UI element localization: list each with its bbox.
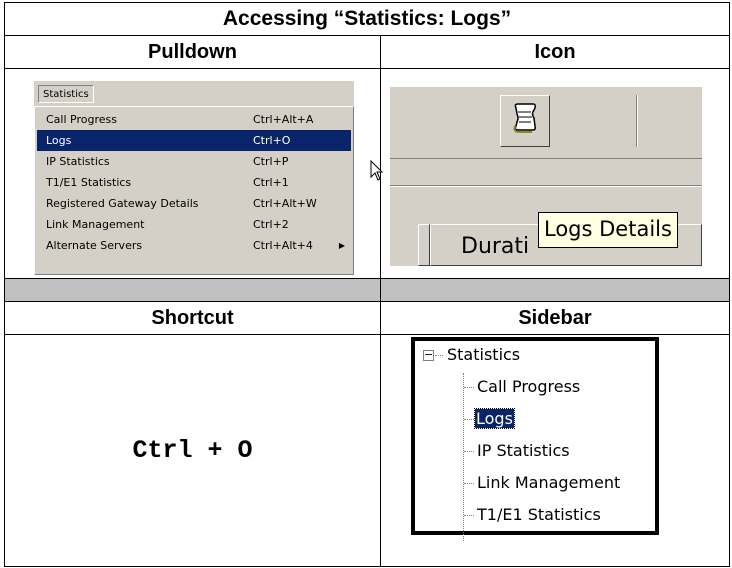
pulldown-screenshot: Statistics Call Progress Ctrl+Alt+A Logs… bbox=[34, 81, 384, 275]
tree-item-logs[interactable]: Logs bbox=[474, 406, 515, 432]
tree-item-label: Logs bbox=[474, 408, 515, 429]
access-table: Accessing “Statistics: Logs” Pulldown Ic… bbox=[4, 2, 730, 567]
tree-connector bbox=[464, 419, 474, 420]
tree-item-call-progress[interactable]: Call Progress bbox=[477, 374, 580, 400]
menu-bar: Statistics bbox=[34, 81, 354, 106]
menu-item-label: Registered Gateway Details bbox=[46, 197, 199, 210]
mouse-pointer-icon bbox=[370, 160, 384, 181]
header-pulldown: Pulldown bbox=[4, 35, 381, 69]
tree-node-statistics[interactable]: Statistics bbox=[447, 342, 520, 368]
menu-item-shortcut: Ctrl+O bbox=[253, 134, 291, 147]
toolbar-separator bbox=[636, 95, 638, 147]
menu-item-logs[interactable]: Logs Ctrl+O bbox=[37, 130, 351, 151]
header-shortcut: Shortcut bbox=[4, 301, 381, 335]
menu-item-call-progress[interactable]: Call Progress Ctrl+Alt+A bbox=[37, 109, 351, 130]
tree-item-ip-statistics[interactable]: IP Statistics bbox=[477, 438, 570, 464]
pulldown-cell: Statistics Call Progress Ctrl+Alt+A Logs… bbox=[4, 68, 384, 279]
sidebar-cell: − Statistics Call Progress Logs IP Stati… bbox=[380, 334, 730, 567]
menu-item-link-management[interactable]: Link Management Ctrl+2 bbox=[37, 214, 351, 235]
column-header-label: Durati bbox=[461, 234, 530, 259]
menu-item-label: Call Progress bbox=[46, 113, 117, 126]
tree-item-label: Link Management bbox=[477, 473, 621, 492]
icon-screenshot: Durati Logs Details bbox=[390, 87, 702, 266]
menu-item-shortcut: Ctrl+2 bbox=[253, 218, 289, 231]
menu-item-shortcut: Ctrl+P bbox=[253, 155, 289, 168]
shortcut-keys: Ctrl + O bbox=[4, 334, 381, 567]
header-icon: Icon bbox=[380, 35, 730, 69]
separator-row bbox=[4, 278, 381, 302]
menu-item-registered-gateway-details[interactable]: Registered Gateway Details Ctrl+Alt+W bbox=[37, 193, 351, 214]
toolbar bbox=[390, 87, 702, 159]
sidebar-screenshot: − Statistics Call Progress Logs IP Stati… bbox=[411, 337, 659, 541]
tree-connector bbox=[464, 387, 474, 388]
menu-item-shortcut: Ctrl+1 bbox=[253, 176, 289, 189]
tree-connector bbox=[435, 355, 443, 356]
menu-item-t1e1-statistics[interactable]: T1/E1 Statistics Ctrl+1 bbox=[37, 172, 351, 193]
icon-cell: Durati Logs Details bbox=[380, 68, 730, 279]
tree-item-label: Call Progress bbox=[477, 377, 581, 396]
logs-toolbar-button[interactable] bbox=[500, 95, 550, 147]
collapse-icon[interactable]: − bbox=[423, 349, 434, 361]
menu-item-label: Link Management bbox=[46, 218, 145, 231]
menu-item-shortcut: Ctrl+Alt+A bbox=[253, 113, 314, 126]
column-header[interactable] bbox=[418, 224, 430, 266]
menu-item-label: IP Statistics bbox=[46, 155, 110, 168]
menu-item-shortcut: Ctrl+Alt+4 bbox=[253, 239, 313, 252]
table-title: Accessing “Statistics: Logs” bbox=[4, 2, 730, 36]
tree-item-label: T1/E1 Statistics bbox=[477, 505, 601, 524]
submenu-arrow-icon: ▶ bbox=[338, 241, 345, 250]
logs-details-tooltip: Logs Details bbox=[538, 212, 678, 248]
menu-item-shortcut: Ctrl+Alt+W bbox=[253, 197, 317, 210]
tree-item-link-management[interactable]: Link Management bbox=[477, 470, 620, 496]
menu-item-alternate-servers[interactable]: Alternate Servers Ctrl+Alt+4 ▶ bbox=[37, 235, 351, 256]
tree-connector bbox=[464, 515, 474, 516]
statistics-dropdown-menu: Call Progress Ctrl+Alt+A Logs Ctrl+O IP … bbox=[34, 106, 354, 275]
header-sidebar: Sidebar bbox=[380, 301, 730, 335]
menu-item-label: T1/E1 Statistics bbox=[46, 176, 132, 189]
logs-scroll-icon bbox=[513, 103, 536, 133]
tree-connector bbox=[464, 483, 474, 484]
menu-item-label: Alternate Servers bbox=[46, 239, 143, 252]
separator-row bbox=[380, 278, 730, 302]
tree-item-label: IP Statistics bbox=[477, 441, 570, 460]
tree-connector bbox=[464, 451, 474, 452]
menu-item-label: Logs bbox=[46, 134, 72, 147]
menu-statistics[interactable]: Statistics bbox=[38, 85, 94, 103]
tree-item-t1e1-statistics[interactable]: T1/E1 Statistics bbox=[477, 502, 601, 528]
divider bbox=[390, 185, 702, 187]
menu-item-ip-statistics[interactable]: IP Statistics Ctrl+P bbox=[37, 151, 351, 172]
